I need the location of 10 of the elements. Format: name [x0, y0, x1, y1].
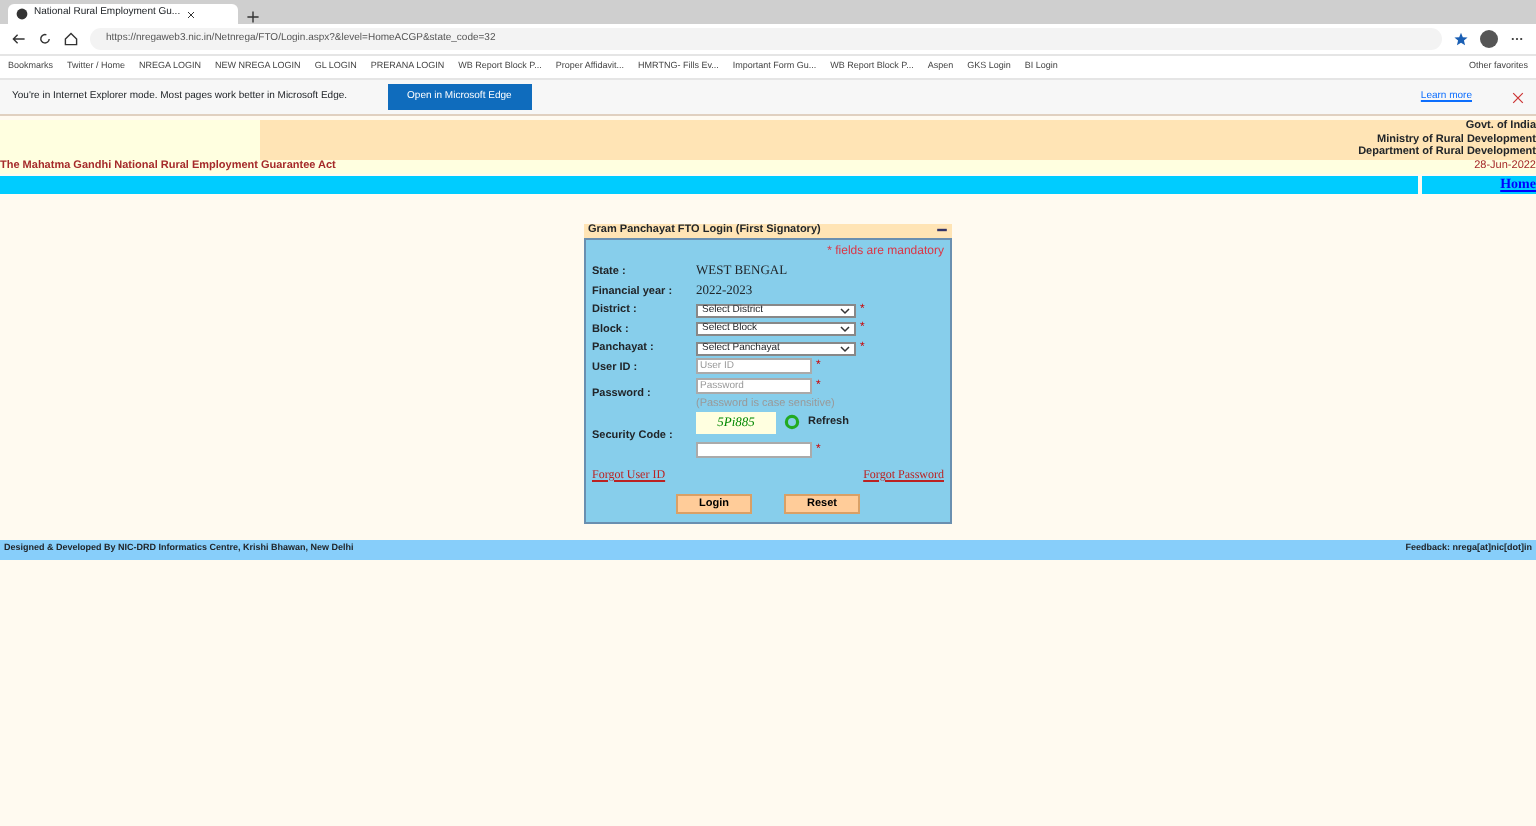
home-icon[interactable]	[64, 32, 78, 46]
back-icon[interactable]	[12, 32, 26, 46]
page-icon	[16, 8, 28, 20]
refresh-icon[interactable]	[38, 32, 52, 46]
star-icon[interactable]	[1454, 32, 1468, 46]
new-tab-icon[interactable]	[246, 10, 260, 24]
minimize-icon[interactable]	[936, 224, 948, 236]
profile-avatar-icon[interactable]	[1480, 30, 1498, 48]
close-icon[interactable]	[186, 9, 197, 19]
input-field[interactable]	[696, 441, 812, 458]
